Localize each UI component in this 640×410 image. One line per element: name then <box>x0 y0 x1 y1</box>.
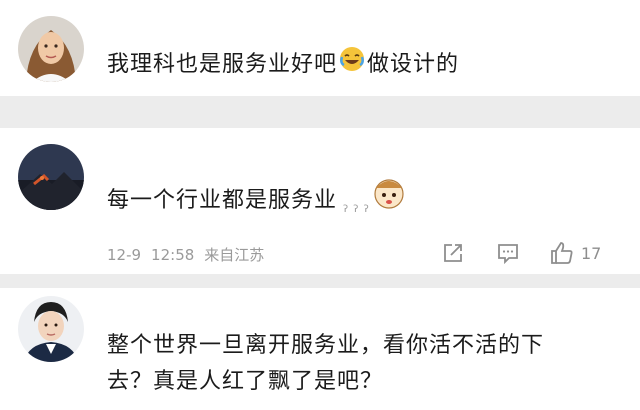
comment-meta: 12-9 12:58 来自江苏 <box>107 244 274 265</box>
comment-location: 来自江苏 <box>204 246 265 264</box>
comment-button[interactable] <box>496 240 520 266</box>
comment-text-1-part1: 我理科也是服务业好吧 <box>107 52 338 77</box>
comment-text-3-line2: 去？真是人红了飘了是吧？ <box>107 369 384 394</box>
share-icon <box>441 241 465 265</box>
comment-text-3-line1: 整个世界一旦离开服务业，看你活不活的下 <box>107 333 545 358</box>
like-count: 17 <box>581 243 602 263</box>
cartoon-sticker-icon: ʔ ʔ ʔ <box>343 176 409 226</box>
comment-text-3: 整个世界一旦离开服务业，看你活不活的下 去？真是人红了飘了是吧？ <box>107 328 544 400</box>
crying-laughing-emoji-icon <box>339 46 365 84</box>
comment-time: 12:58 <box>151 246 195 264</box>
comment-text-2: 每一个行业都是服务业 ʔ ʔ ʔ <box>107 176 411 226</box>
comment-text-1-part2: 做设计的 <box>367 52 460 77</box>
share-button[interactable] <box>441 240 465 266</box>
comment-icon <box>496 241 520 265</box>
comment-text-1: 我理科也是服务业好吧 做设计的 <box>107 46 459 84</box>
comment-text-2-body: 每一个行业都是服务业 <box>107 188 338 213</box>
comment-card-3: 整个世界一旦离开服务业，看你活不活的下 去？真是人红了飘了是吧？ <box>0 288 640 410</box>
comment-card-2: 每一个行业都是服务业 ʔ ʔ ʔ 12-9 12:58 来自江苏 17 <box>0 128 640 274</box>
like-button[interactable]: 17 <box>549 240 601 266</box>
user-avatar-3[interactable] <box>18 296 84 362</box>
comment-card-1: 我理科也是服务业好吧 做设计的 <box>0 0 640 96</box>
svg-text:ʔ ʔ ʔ: ʔ ʔ ʔ <box>343 204 370 214</box>
user-avatar-1[interactable] <box>18 16 84 82</box>
user-avatar-2[interactable] <box>18 144 84 210</box>
thumbs-up-icon <box>549 240 575 266</box>
comment-date: 12-9 <box>107 246 142 264</box>
